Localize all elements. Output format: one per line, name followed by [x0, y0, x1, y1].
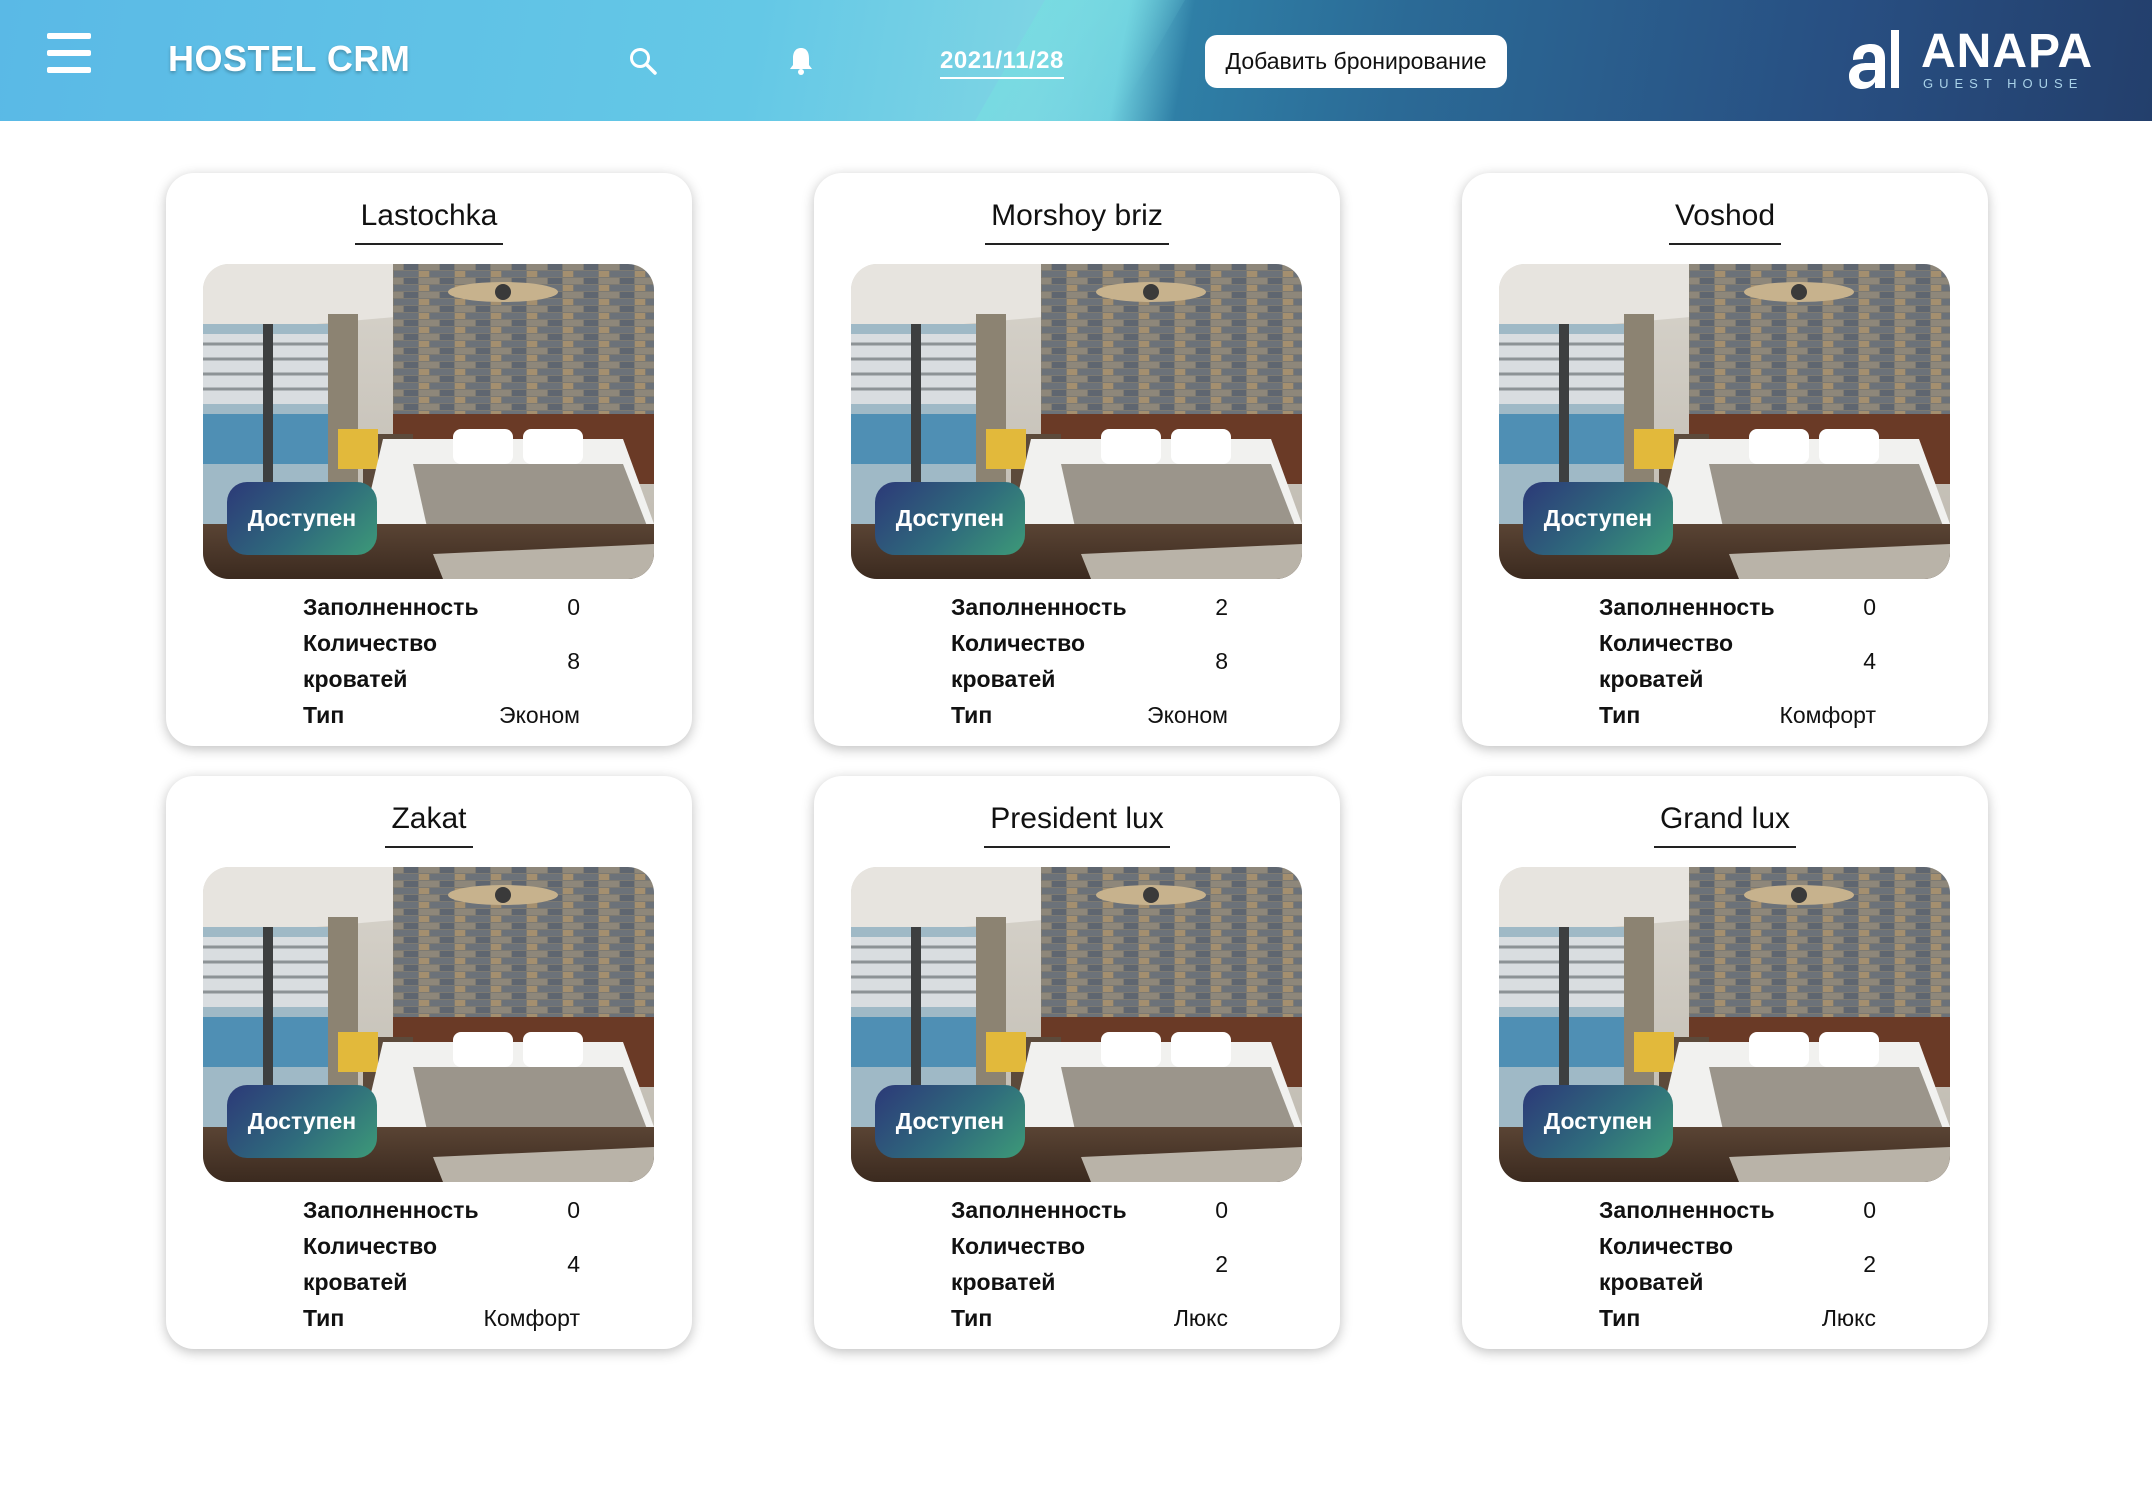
beds-value: 4 [567, 1251, 580, 1277]
beds-value: 8 [1215, 648, 1228, 674]
status-badge: Доступен [227, 1085, 377, 1158]
room-name: Grand lux [1653, 802, 1797, 848]
occupancy-label: Заполненность [303, 594, 479, 620]
beds-label-line2: кроватей [1599, 1269, 1704, 1295]
logo-mark-icon [1849, 30, 1899, 89]
room-photo: Доступен [1499, 264, 1950, 579]
menu-icon[interactable] [47, 33, 91, 73]
room-photo: Доступен [203, 264, 654, 579]
occupancy-label: Заполненность [1599, 594, 1775, 620]
occupancy-label: Заполненность [303, 1197, 479, 1223]
room-card[interactable]: Morshoy briz Доступен Заполненность 2 Ко… [814, 173, 1340, 746]
occupancy-value: 2 [1215, 594, 1228, 620]
room-photo: Доступен [203, 867, 654, 1182]
status-badge: Доступен [1523, 1085, 1673, 1158]
occupancy-value: 0 [1863, 1197, 1876, 1223]
logo-text: ANAPA [1921, 25, 2094, 78]
search-icon[interactable] [628, 46, 658, 76]
room-card[interactable]: Lastochka Доступен Заполненность 0 Колич… [166, 173, 692, 746]
type-value: Люкс [1821, 1305, 1876, 1331]
room-card[interactable]: Zakat Доступен Заполненность 0 Количеств… [166, 776, 692, 1349]
type-label: Тип [951, 702, 993, 728]
occupancy-value: 0 [567, 1197, 580, 1223]
status-badge: Доступен [875, 482, 1025, 555]
bell-icon[interactable] [787, 46, 815, 76]
top-bar: HOSTEL CRM 2021/11/28 Добавить бронирова… [0, 0, 2152, 121]
occupancy-value: 0 [1215, 1197, 1228, 1223]
beds-label-line2: кроватей [1599, 666, 1704, 692]
occupancy-label: Заполненность [951, 1197, 1127, 1223]
beds-value: 8 [567, 648, 580, 674]
beds-label-line1: Количество [1599, 1233, 1734, 1259]
type-value: Люкс [1173, 1305, 1228, 1331]
occupancy-label: Заполненность [1599, 1197, 1775, 1223]
type-label: Тип [1599, 1305, 1641, 1331]
beds-label-line2: кроватей [303, 1269, 408, 1295]
add-booking-button[interactable]: Добавить бронирование [1205, 35, 1507, 88]
type-value: Эконом [499, 702, 580, 728]
beds-label-line1: Количество [303, 630, 438, 656]
type-label: Тип [951, 1305, 993, 1331]
room-card[interactable]: Voshod Доступен Заполненность 0 Количест… [1462, 173, 1988, 746]
status-badge: Доступен [875, 1085, 1025, 1158]
room-card[interactable]: President lux Доступен Заполненность 0 К… [814, 776, 1340, 1349]
type-value: Комфорт [1779, 702, 1876, 728]
room-name: Zakat [385, 802, 473, 848]
occupancy-value: 0 [567, 594, 580, 620]
room-name: President lux [984, 802, 1170, 848]
occupancy-label: Заполненность [951, 594, 1127, 620]
beds-label-line1: Количество [951, 1233, 1086, 1259]
room-name: Voshod [1668, 199, 1782, 245]
beds-label-line2: кроватей [951, 1269, 1056, 1295]
beds-value: 2 [1863, 1251, 1876, 1277]
type-value: Комфорт [483, 1305, 580, 1331]
brand-logo: ANAPA GUEST HOUSE [1845, 26, 2095, 96]
beds-label-line2: кроватей [303, 666, 408, 692]
beds-value: 4 [1863, 648, 1876, 674]
beds-label-line1: Количество [1599, 630, 1734, 656]
beds-value: 2 [1215, 1251, 1228, 1277]
type-value: Эконом [1147, 702, 1228, 728]
type-label: Тип [1599, 702, 1641, 728]
status-badge: Доступен [227, 482, 377, 555]
current-date-link[interactable]: 2021/11/28 [940, 47, 1064, 79]
beds-label-line1: Количество [303, 1233, 438, 1259]
room-card[interactable]: Grand lux Доступен Заполненность 0 Колич… [1462, 776, 1988, 1349]
room-photo: Доступен [1499, 867, 1950, 1182]
beds-label-line1: Количество [951, 630, 1086, 656]
room-photo: Доступен [851, 867, 1302, 1182]
type-label: Тип [303, 702, 345, 728]
type-label: Тип [303, 1305, 345, 1331]
room-name: Morshoy briz [985, 199, 1169, 245]
app-title: HOSTEL CRM [168, 38, 411, 79]
beds-label-line2: кроватей [951, 666, 1056, 692]
room-name: Lastochka [354, 199, 504, 245]
occupancy-value: 0 [1863, 594, 1876, 620]
status-badge: Доступен [1523, 482, 1673, 555]
logo-subtitle: GUEST HOUSE [1923, 76, 2084, 91]
room-photo: Доступен [851, 264, 1302, 579]
